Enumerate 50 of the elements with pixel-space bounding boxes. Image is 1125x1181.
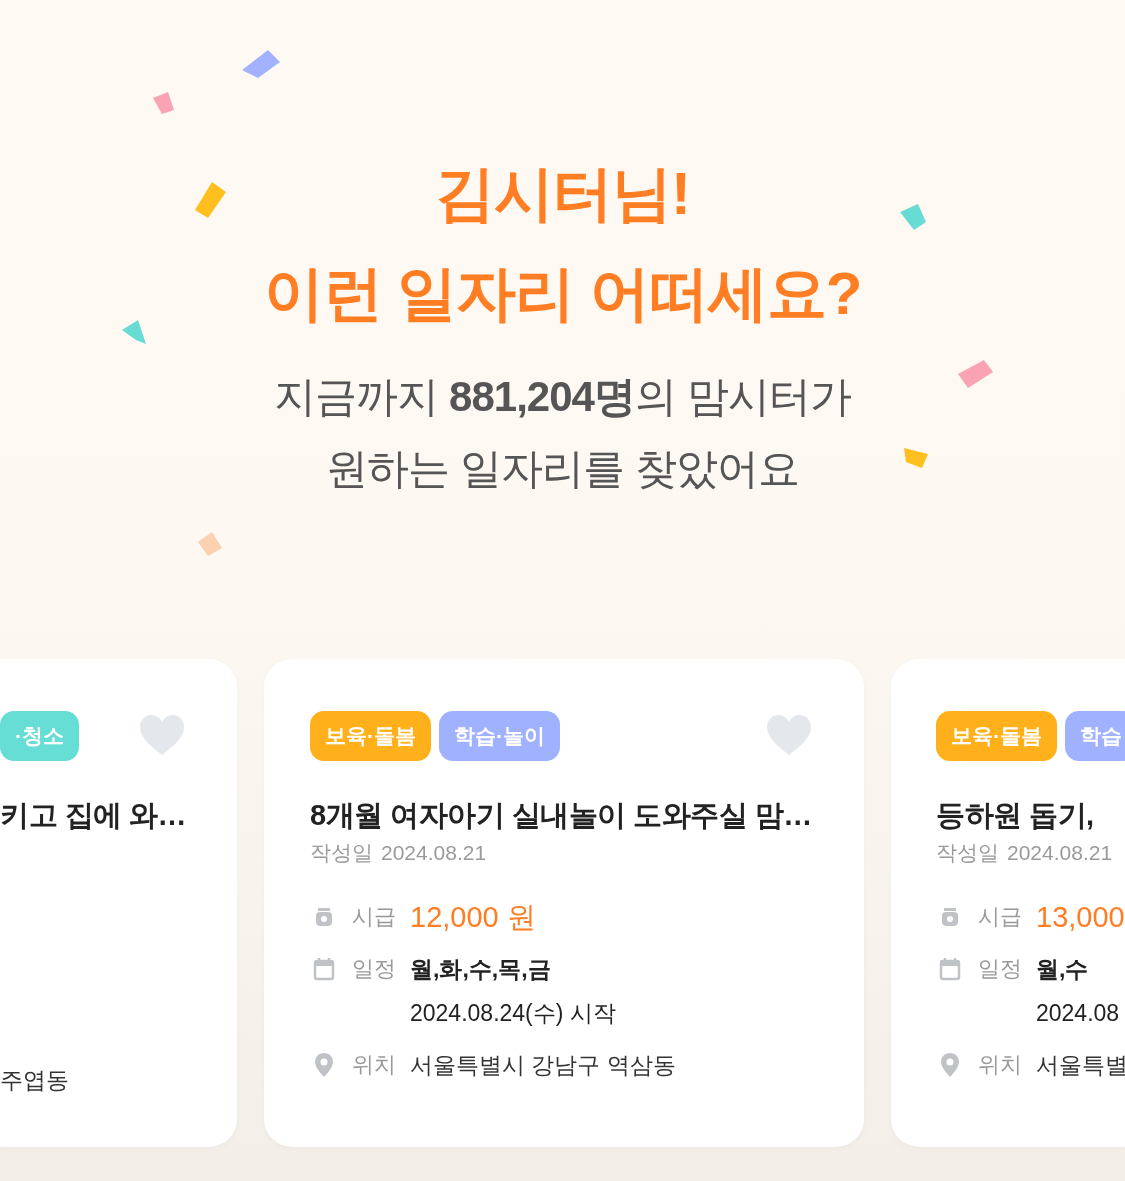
date-label: 작성일 [310,840,373,866]
field-label: 위치 [978,1051,1022,1079]
confetti-piece [904,448,928,468]
confetti-piece [900,204,926,230]
job-title: 등하원 돕기, [936,798,1095,833]
start-date: 2024.08 [1036,999,1120,1028]
field-label: 시급 [978,903,1022,931]
job-card[interactable]: ·청소 키고 집에 와… 주엽동 [0,659,237,1147]
confetti-piece [153,92,174,114]
post-date: 2024.08.21 [1007,840,1113,866]
field-label: 위치 [352,1051,396,1079]
headline: 이런 일자리 어떠세요? [263,259,862,329]
location-text: 서울특별시 강남구 역삼동 [410,1051,676,1080]
field-label: 일정 [978,955,1022,983]
location-pin-icon [939,1052,961,1078]
location-text: 서울특별 [1036,1051,1125,1080]
date-label: 작성일 [936,840,999,866]
confetti-piece [122,320,146,344]
category-tag: 학습 [1065,711,1125,761]
category-tag: 보육·돌봄 [936,711,1057,761]
job-card[interactable]: 보육·돌봄 학습 등하원 돕기, 작성일 2024.08.21 시급 13,000 일정 월,수 2024.08 위치 서울특별 [891,659,1125,1147]
confetti-piece [242,50,280,78]
job-title: 8개월 여자아기 실내놀이 도와주실 맘… [310,798,812,833]
category-tag: 학습·놀이 [439,711,560,761]
work-days: 월,화,수,목,금 [410,949,616,989]
work-days: 월,수 [1036,949,1120,989]
post-date: 2024.08.21 [381,840,487,866]
confetti-piece [195,182,226,218]
hourly-wage: 13,000 [1036,900,1125,935]
money-bag-icon [939,907,961,927]
headline: 김시터님! [435,159,690,229]
confetti-piece [198,532,222,556]
subtitle-text: 지금까지 881,204명의 맘시터가 [274,372,851,422]
calendar-icon [939,957,961,981]
heart-icon[interactable] [139,714,185,756]
start-date: 2024.08.24(수) 시작 [410,999,616,1028]
location-text: 주엽동 [0,1066,69,1095]
job-card[interactable]: 보육·돌봄 학습·놀이 8개월 여자아기 실내놀이 도와주실 맘… 작성일 2024.08.21 시급 12,000 원 일정 월,화,수,목,금 2024.08.24(수) 시작 위치 서울특별시 강남구 역삼동 [264,659,864,1147]
category-tag: ·청소 [0,711,79,761]
job-title: 키고 집에 와… [0,798,185,833]
money-bag-icon [313,907,335,927]
field-label: 시급 [352,903,396,931]
location-pin-icon [313,1052,335,1078]
hourly-wage: 12,000 원 [410,900,536,935]
field-label: 일정 [352,955,396,983]
calendar-icon [313,957,335,981]
heart-icon[interactable] [766,714,812,756]
confetti-piece [958,360,993,388]
subtitle-text: 원하는 일자리를 찾았어요 [326,444,799,494]
category-tag: 보육·돌봄 [310,711,431,761]
